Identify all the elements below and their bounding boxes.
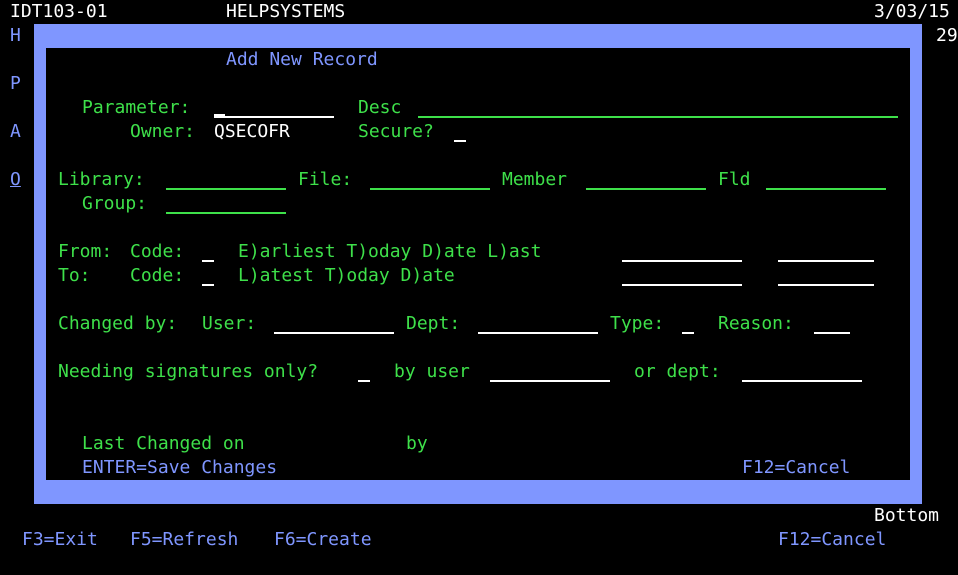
- member-label: Member: [502, 169, 568, 190]
- fld-label: Fld: [718, 169, 751, 190]
- reason-input[interactable]: [814, 312, 850, 334]
- to-date-input[interactable]: [622, 264, 742, 286]
- f3-exit-key[interactable]: F3=Exit: [22, 528, 98, 552]
- from-label: From:: [58, 241, 113, 262]
- group-input[interactable]: [166, 192, 286, 214]
- reason-label: Reason:: [718, 313, 794, 334]
- dept-input[interactable]: [478, 312, 598, 334]
- side-letter-p: P: [10, 73, 21, 94]
- type-input[interactable]: [682, 312, 694, 334]
- user-input[interactable]: [274, 312, 394, 334]
- or-dept-label: or dept:: [634, 361, 721, 382]
- from-time-input[interactable]: [778, 240, 874, 262]
- type-label: Type:: [610, 313, 665, 334]
- owner-input[interactable]: QSECOFR: [214, 120, 290, 144]
- to-code-label: Code:: [130, 265, 185, 286]
- fld-input[interactable]: [766, 168, 886, 190]
- file-input[interactable]: [370, 168, 490, 190]
- to-code-input[interactable]: [202, 264, 214, 286]
- parameter-label: Parameter:: [82, 97, 191, 118]
- vendor-name: HELPSYSTEMS: [226, 1, 346, 22]
- desc-label: Desc: [358, 97, 402, 118]
- to-label: To:: [58, 265, 91, 286]
- dept-label: Dept:: [406, 313, 461, 334]
- file-label: File:: [298, 169, 353, 190]
- f5-refresh-key[interactable]: F5=Refresh: [130, 528, 238, 552]
- from-code-input[interactable]: [202, 240, 214, 262]
- window-f12-cancel-key[interactable]: F12=Cancel: [742, 456, 850, 480]
- last-changed-label: Last Changed on: [82, 433, 245, 454]
- group-label: Group:: [82, 193, 148, 214]
- secure-input[interactable]: [454, 120, 466, 142]
- to-time-input[interactable]: [778, 264, 874, 286]
- library-input[interactable]: [166, 168, 286, 190]
- page-number: 29: [936, 25, 958, 46]
- from-code-options: E)arliest T)oday D)ate L)ast: [238, 241, 542, 262]
- by-user-input[interactable]: [490, 360, 610, 382]
- f6-create-key[interactable]: F6=Create: [274, 528, 372, 552]
- by-user-label: by user: [394, 361, 470, 382]
- to-code-options: L)atest T)oday D)ate: [238, 265, 455, 286]
- or-dept-input[interactable]: [742, 360, 862, 382]
- last-changed-by-label: by: [406, 433, 428, 454]
- parameter-input[interactable]: [214, 96, 334, 118]
- header-date: 3/03/15: [874, 1, 950, 22]
- screen-id: IDT103-01: [10, 1, 108, 22]
- needing-signatures-input[interactable]: [358, 360, 370, 382]
- secure-label: Secure?: [358, 121, 434, 142]
- text-cursor: [214, 114, 225, 118]
- side-letter-a: A: [10, 121, 21, 142]
- needing-signatures-label: Needing signatures only?: [58, 361, 319, 382]
- side-letter-h: H: [10, 25, 21, 46]
- changed-by-label: Changed by:: [58, 313, 178, 334]
- owner-label: Owner:: [130, 121, 196, 142]
- enter-save-key[interactable]: ENTER=Save Changes: [82, 456, 277, 480]
- side-letter-o: O: [10, 169, 21, 190]
- f12-cancel-key[interactable]: F12=Cancel: [778, 528, 886, 552]
- from-date-input[interactable]: [622, 240, 742, 262]
- window-title: Add New Record: [226, 49, 378, 70]
- bottom-indicator: Bottom: [874, 505, 940, 526]
- desc-input[interactable]: [418, 96, 898, 118]
- library-label: Library:: [58, 169, 145, 190]
- from-code-label: Code:: [130, 241, 185, 262]
- user-label: User:: [202, 313, 257, 334]
- member-input[interactable]: [586, 168, 706, 190]
